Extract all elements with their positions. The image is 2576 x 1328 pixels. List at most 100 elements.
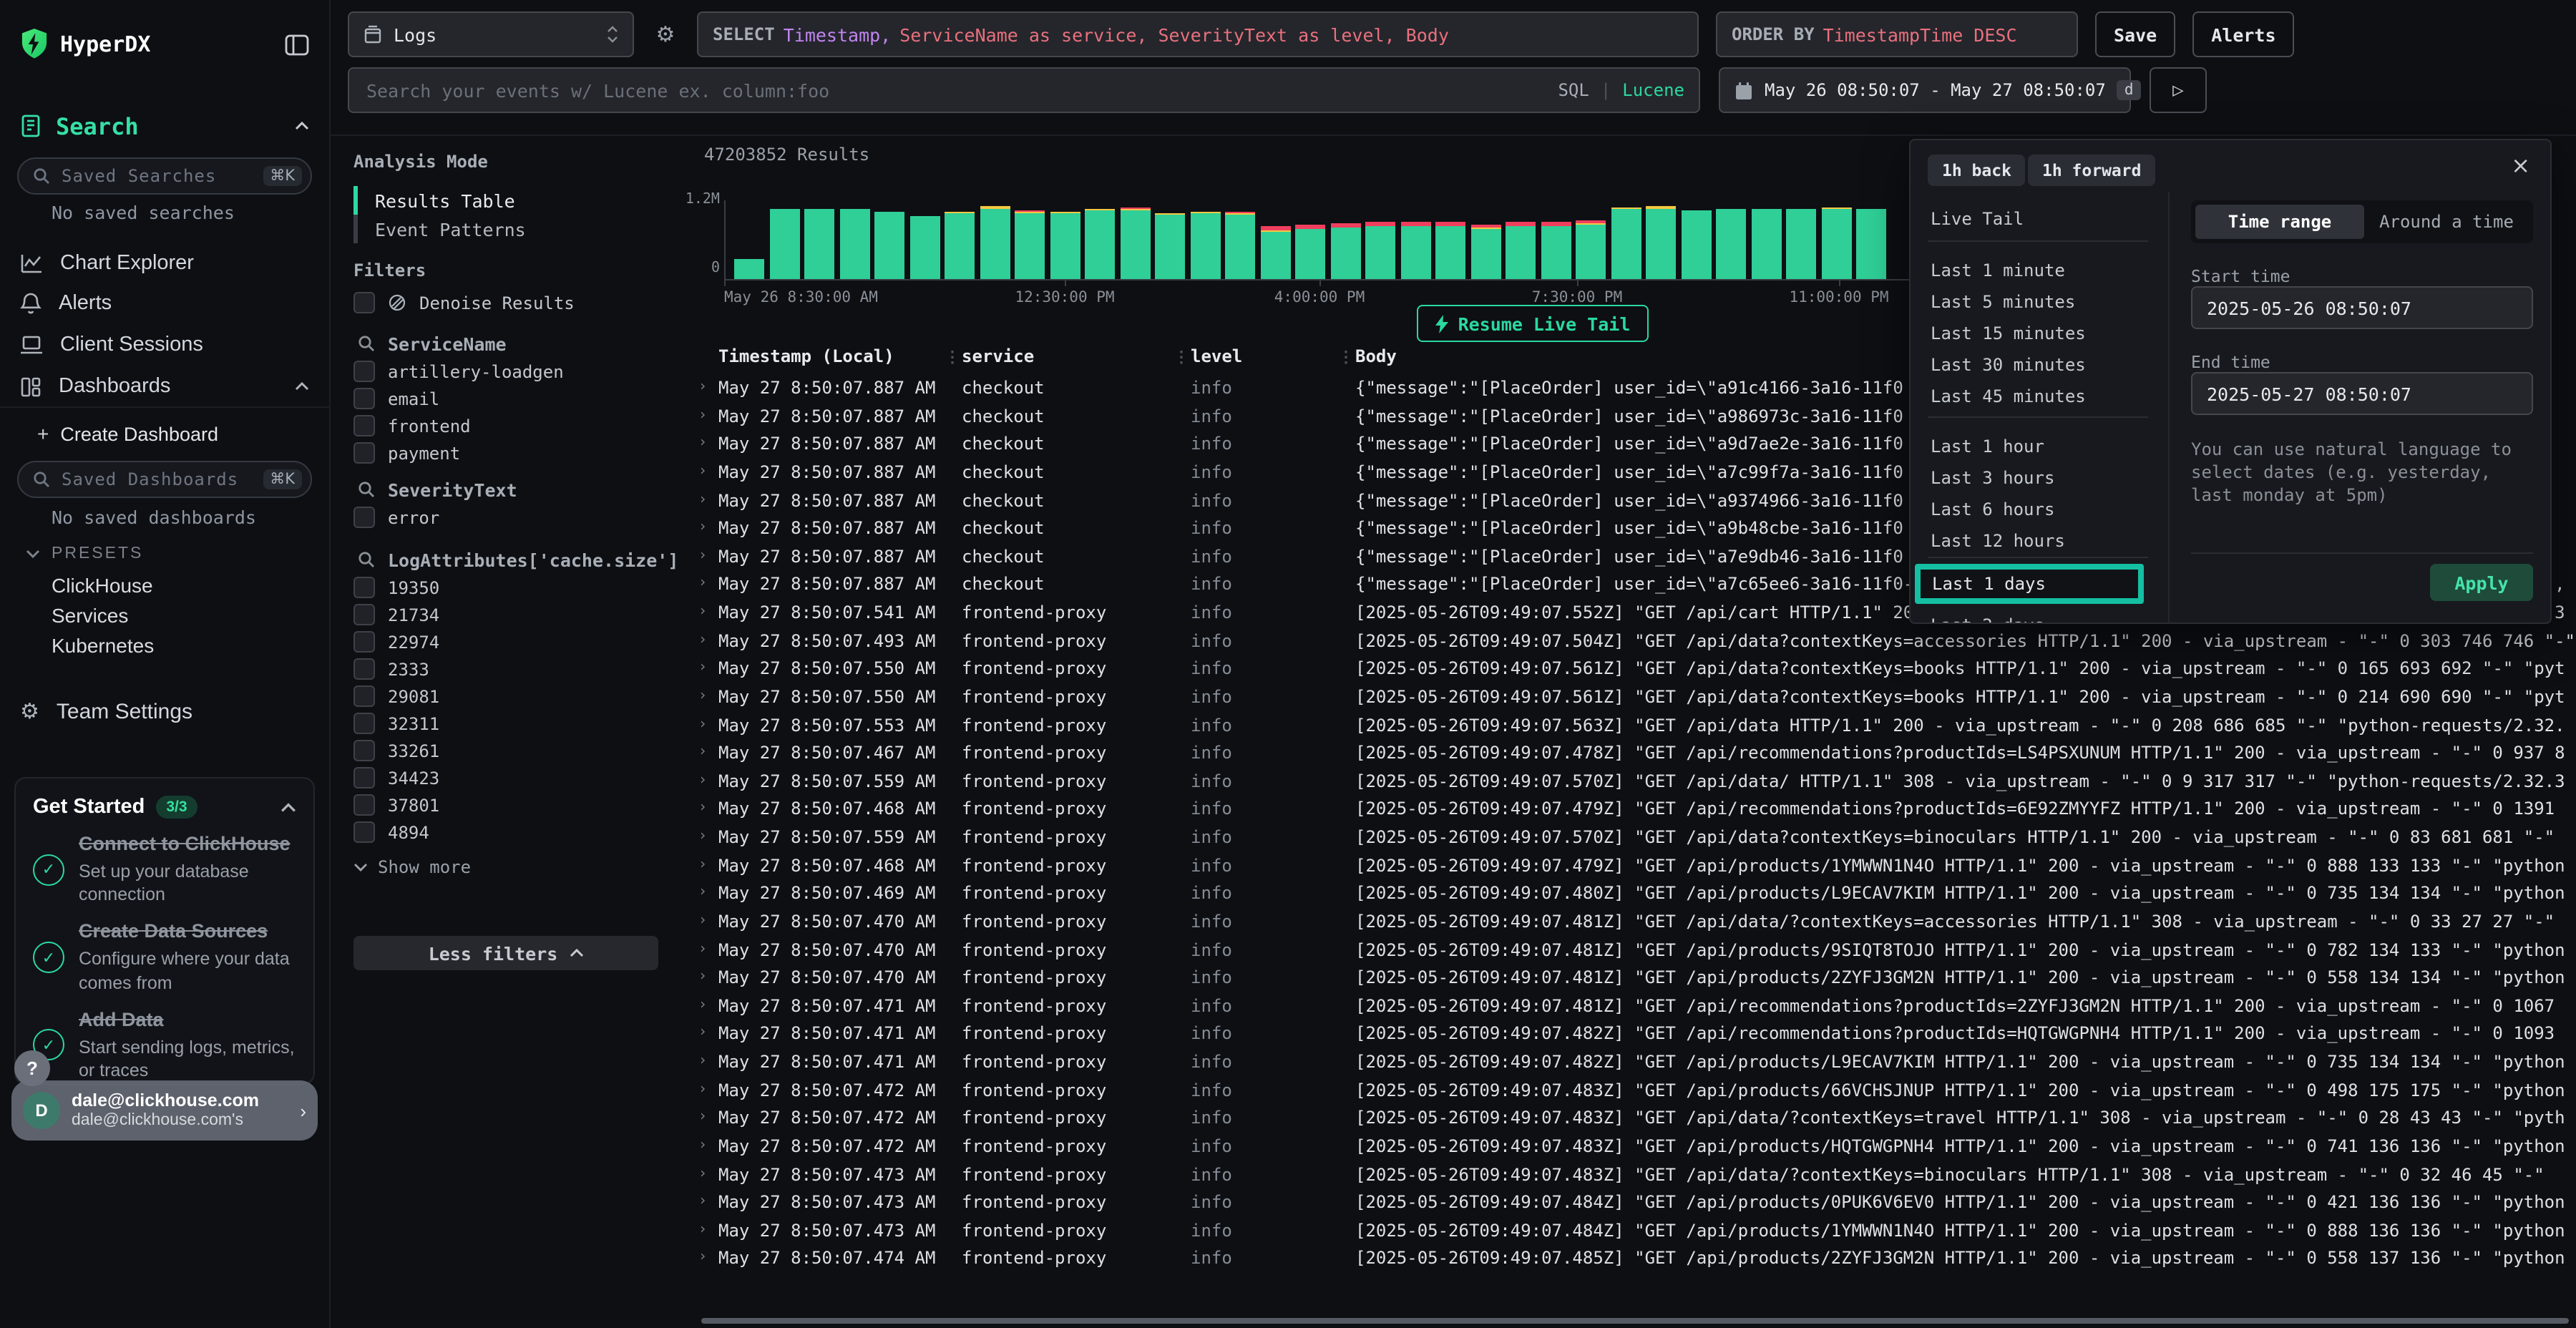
horizontal-scrollbar[interactable] — [701, 1318, 2569, 1324]
filter-option[interactable]: 2333 — [353, 655, 657, 683]
filter-option[interactable]: error — [353, 504, 657, 531]
row-expand-icon[interactable]: › — [698, 548, 707, 564]
events-histogram[interactable] — [724, 200, 1909, 280]
row-expand-icon[interactable]: › — [698, 1166, 707, 1181]
checkbox[interactable] — [353, 577, 375, 598]
table-row[interactable]: › May 27 8:50:07.467 AM frontend-proxy i… — [680, 740, 2576, 768]
search-input[interactable] — [364, 78, 1546, 102]
checkbox[interactable] — [353, 361, 375, 382]
col-header-service[interactable]: service — [962, 346, 1179, 366]
filter-option[interactable]: payment — [353, 439, 657, 467]
row-expand-icon[interactable]: › — [698, 379, 707, 395]
row-expand-icon[interactable]: › — [698, 1053, 707, 1069]
search-icon[interactable] — [358, 551, 375, 568]
filter-option[interactable]: 21734 — [353, 601, 657, 628]
quick-range-item[interactable]: Last 3 hours — [1931, 462, 2188, 494]
checkbox[interactable] — [353, 740, 375, 761]
table-row[interactable]: › May 27 8:50:07.550 AM frontend-proxy i… — [680, 656, 2576, 684]
filter-option[interactable]: 34423 — [353, 764, 657, 791]
sidebar-item-team-settings[interactable]: ⚙ Team Settings — [0, 690, 329, 733]
lucene-mode-toggle[interactable]: Lucene — [1622, 80, 1684, 100]
get-started-item[interactable]: ✓ Connect to ClickHouse Set up your data… — [33, 833, 296, 907]
filter-option[interactable]: 37801 — [353, 791, 657, 819]
quick-range-live-tail[interactable]: Live Tail — [1931, 206, 2024, 232]
row-expand-icon[interactable]: › — [698, 464, 707, 479]
preset-dashboard-link[interactable]: Services — [52, 600, 309, 630]
table-row[interactable]: › May 27 8:50:07.470 AM frontend-proxy i… — [680, 965, 2576, 992]
quick-range-item[interactable]: Last 30 minutes — [1931, 349, 2188, 381]
tab-around-a-time[interactable]: Around a time — [2364, 205, 2529, 239]
quick-range-item[interactable]: Last 1 hour — [1931, 431, 2188, 462]
table-row[interactable]: › May 27 8:50:07.472 AM frontend-proxy i… — [680, 1133, 2576, 1161]
table-row[interactable]: › May 27 8:50:07.550 AM frontend-proxy i… — [680, 684, 2576, 712]
row-expand-icon[interactable]: › — [698, 576, 707, 592]
table-row[interactable]: › May 27 8:50:07.473 AM frontend-proxy i… — [680, 1218, 2576, 1246]
checkbox[interactable] — [353, 388, 375, 409]
table-row[interactable]: › May 27 8:50:07.470 AM frontend-proxy i… — [680, 909, 2576, 937]
checkbox[interactable] — [353, 631, 375, 653]
close-icon[interactable]: × — [2511, 152, 2530, 179]
table-row[interactable]: › May 27 8:50:07.470 AM frontend-proxy i… — [680, 937, 2576, 965]
filter-option[interactable]: email — [353, 385, 657, 412]
filter-option[interactable]: 29081 — [353, 683, 657, 710]
quick-range-item[interactable]: Last 45 minutes — [1931, 381, 2188, 412]
column-resize-handle[interactable]: ⋮ — [945, 348, 960, 366]
checkbox[interactable] — [353, 658, 375, 680]
table-row[interactable]: › May 27 8:50:07.553 AM frontend-proxy i… — [680, 712, 2576, 740]
source-settings-gear-icon[interactable]: ⚙ — [651, 21, 680, 47]
preset-dashboard-link[interactable]: Kubernetes — [52, 630, 309, 660]
order-by-input[interactable]: ORDER BY TimestampTime DESC — [1716, 11, 2078, 57]
mode-event-patterns[interactable]: Event Patterns — [353, 215, 654, 243]
show-more-toggle[interactable]: Show more — [353, 854, 640, 880]
table-row[interactable]: › May 27 8:50:07.469 AM frontend-proxy i… — [680, 881, 2576, 909]
tab-time-range[interactable]: Time range — [2195, 205, 2364, 239]
row-expand-icon[interactable]: › — [698, 407, 707, 423]
mode-results-table[interactable]: Results Table — [353, 186, 654, 215]
chevron-up-icon[interactable] — [280, 802, 296, 812]
checkbox[interactable] — [353, 767, 375, 788]
resume-live-tail-button[interactable]: Resume Live Tail — [1417, 305, 1649, 342]
row-expand-icon[interactable]: › — [698, 688, 707, 704]
table-row[interactable]: › May 27 8:50:07.471 AM frontend-proxy i… — [680, 1049, 2576, 1077]
checkbox[interactable] — [353, 292, 375, 313]
row-expand-icon[interactable]: › — [698, 829, 707, 844]
row-expand-icon[interactable]: › — [698, 1110, 707, 1126]
row-expand-icon[interactable]: › — [698, 632, 707, 648]
table-row[interactable]: › May 27 8:50:07.472 AM frontend-proxy i… — [680, 1077, 2576, 1105]
row-expand-icon[interactable]: › — [698, 1193, 707, 1209]
time-range-input[interactable]: May 26 08:50:07 - May 27 08:50:07 d — [1719, 67, 2131, 113]
table-row[interactable]: › May 27 8:50:07.473 AM frontend-proxy i… — [680, 1189, 2576, 1217]
row-expand-icon[interactable]: › — [698, 1138, 707, 1153]
row-expand-icon[interactable]: › — [698, 1250, 707, 1266]
checkbox[interactable] — [353, 821, 375, 843]
row-expand-icon[interactable]: › — [698, 1025, 707, 1041]
table-row[interactable]: › May 27 8:50:07.559 AM frontend-proxy i… — [680, 824, 2576, 852]
sidebar-item-dashboards[interactable]: Dashboards — [0, 366, 329, 406]
row-expand-icon[interactable]: › — [698, 773, 707, 788]
table-row[interactable]: › May 27 8:50:07.493 AM frontend-proxy i… — [680, 628, 2576, 655]
row-expand-icon[interactable]: › — [698, 969, 707, 985]
denoise-results-checkbox[interactable]: Denoise Results — [353, 289, 657, 316]
save-button[interactable]: Save — [2095, 11, 2175, 57]
run-query-button[interactable]: ▷ — [2150, 67, 2207, 113]
get-started-item[interactable]: ✓ Add Data Start sending logs, metrics, … — [33, 1009, 296, 1083]
start-time-input[interactable]: 2025-05-26 08:50:07 — [2191, 286, 2533, 329]
checkbox[interactable] — [353, 415, 375, 436]
checkbox[interactable] — [353, 507, 375, 528]
table-row[interactable]: › May 27 8:50:07.474 AM frontend-proxy i… — [680, 1246, 2576, 1274]
column-resize-handle[interactable]: ⋮ — [1174, 348, 1189, 366]
filter-option[interactable]: 33261 — [353, 737, 657, 764]
quick-range-item[interactable]: Last 5 minutes — [1931, 286, 2188, 318]
sidebar-item-client-sessions[interactable]: Client Sessions — [0, 325, 329, 365]
table-row[interactable]: › May 27 8:50:07.468 AM frontend-proxy i… — [680, 796, 2576, 824]
select-clause-input[interactable]: SELECT Timestamp, ServiceName as service… — [697, 11, 1699, 57]
apply-button[interactable]: Apply — [2430, 564, 2533, 601]
row-expand-icon[interactable]: › — [698, 941, 707, 957]
table-row[interactable]: › May 27 8:50:07.473 AM frontend-proxy i… — [680, 1161, 2576, 1189]
saved-dashboards-input[interactable]: Saved Dashboards ⌘K — [17, 461, 312, 498]
quick-range-item[interactable]: Last 12 hours — [1931, 525, 2188, 557]
quick-range-last-1-days-selected[interactable]: Last 1 days — [1915, 564, 2144, 604]
chevron-up-icon[interactable] — [295, 122, 309, 130]
table-row[interactable]: › May 27 8:50:07.468 AM frontend-proxy i… — [680, 852, 2576, 880]
shift-1h-back-button[interactable]: 1h back — [1928, 155, 2026, 186]
